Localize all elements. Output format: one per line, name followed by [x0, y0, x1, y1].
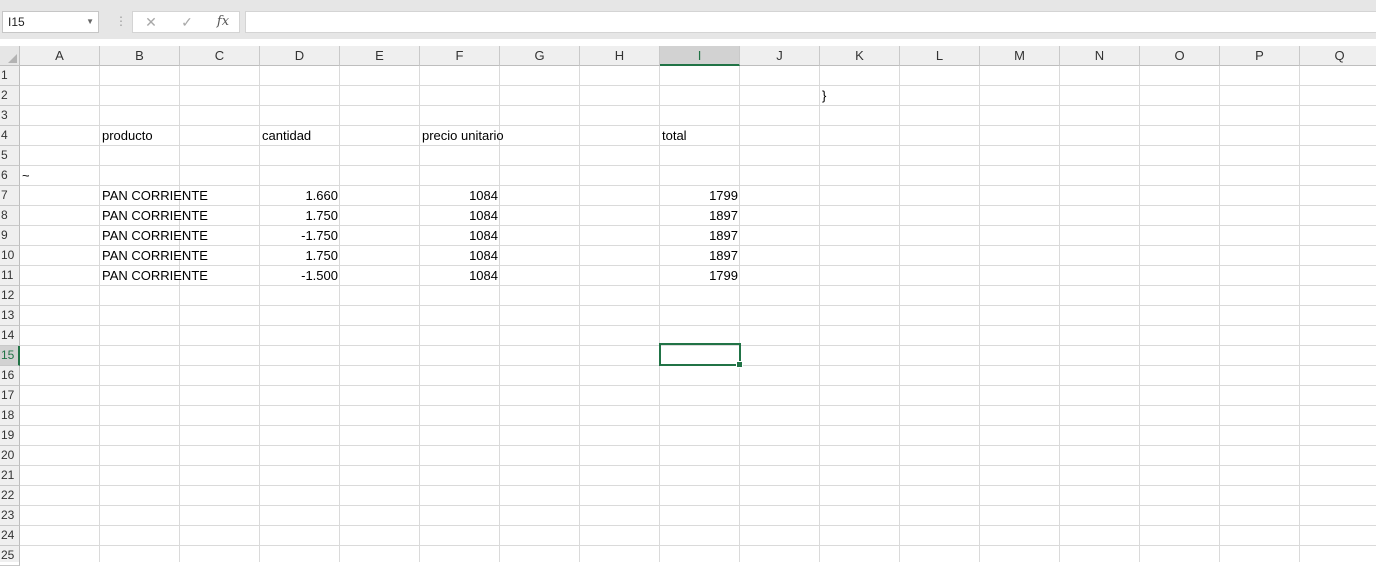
row-header-14[interactable]: 14 [0, 326, 20, 346]
active-cell-selection[interactable] [659, 343, 743, 368]
cell-i11[interactable]: 1799 [660, 266, 740, 285]
cell-b4[interactable]: producto [100, 126, 155, 145]
cell-f4[interactable]: precio unitario [420, 126, 506, 145]
row-header-6[interactable]: 6 [0, 166, 20, 186]
column-header-j[interactable]: J [740, 46, 820, 66]
row-header-18[interactable]: 18 [0, 406, 20, 426]
column-header-i[interactable]: I [660, 46, 740, 66]
cancel-icon[interactable]: ✕ [139, 13, 163, 31]
formula-bar: I15 ▼ ⋮ ✕ ✓ fx [0, 10, 1376, 39]
column-headers: ABCDEFGHIJKLMNOPQ [20, 46, 1376, 66]
row-header-12[interactable]: 12 [0, 286, 20, 306]
column-header-c[interactable]: C [180, 46, 260, 66]
cell-i10[interactable]: 1897 [660, 246, 740, 265]
cell-i7[interactable]: 1799 [660, 186, 740, 205]
cell-i8[interactable]: 1897 [660, 206, 740, 225]
row-header-19[interactable]: 19 [0, 426, 20, 446]
column-header-e[interactable]: E [340, 46, 420, 66]
column-header-m[interactable]: M [980, 46, 1060, 66]
cell-f11[interactable]: 1084 [420, 266, 500, 285]
column-header-p[interactable]: P [1220, 46, 1300, 66]
formula-buttons: ✕ ✓ fx [132, 11, 240, 33]
cell-d8[interactable]: 1.750 [260, 206, 340, 225]
cell-a6[interactable]: ~ [20, 166, 32, 185]
name-box-value: I15 [8, 15, 25, 29]
column-header-a[interactable]: A [20, 46, 100, 66]
row-header-4[interactable]: 4 [0, 126, 20, 146]
enter-check-icon[interactable]: ✓ [175, 13, 199, 31]
cell-i4[interactable]: total [660, 126, 689, 145]
cell-i9[interactable]: 1897 [660, 226, 740, 245]
cell-f7[interactable]: 1084 [420, 186, 500, 205]
name-box[interactable]: I15 ▼ [2, 11, 99, 33]
cell-d11[interactable]: -1.500 [260, 266, 340, 285]
cell-f9[interactable]: 1084 [420, 226, 500, 245]
cell-f8[interactable]: 1084 [420, 206, 500, 225]
row-header-17[interactable]: 17 [0, 386, 20, 406]
formula-input[interactable] [245, 11, 1376, 33]
cell-d10[interactable]: 1.750 [260, 246, 340, 265]
column-header-n[interactable]: N [1060, 46, 1140, 66]
worksheet-grid[interactable]: } producto cantidad precio unitario total ~ PA… [20, 66, 1376, 562]
cell-k2[interactable]: } [820, 86, 828, 105]
row-header-13[interactable]: 13 [0, 306, 20, 326]
cell-b9[interactable]: PAN CORRIENTE [100, 226, 210, 245]
chevron-down-icon[interactable]: ▼ [86, 12, 94, 32]
select-all-button[interactable] [0, 46, 20, 66]
column-header-f[interactable]: F [420, 46, 500, 66]
row-header-20[interactable]: 20 [0, 446, 20, 466]
fill-handle[interactable] [736, 361, 743, 368]
row-header-8[interactable]: 8 [0, 206, 20, 226]
cell-d9[interactable]: -1.750 [260, 226, 340, 245]
cell-b11[interactable]: PAN CORRIENTE [100, 266, 210, 285]
column-header-b[interactable]: B [100, 46, 180, 66]
row-header-9[interactable]: 9 [0, 226, 20, 246]
row-header-7[interactable]: 7 [0, 186, 20, 206]
row-header-3[interactable]: 3 [0, 106, 20, 126]
row-header-15[interactable]: 15 [0, 346, 20, 366]
cell-b8[interactable]: PAN CORRIENTE [100, 206, 210, 225]
cell-b10[interactable]: PAN CORRIENTE [100, 246, 210, 265]
row-header-21[interactable]: 21 [0, 466, 20, 486]
column-header-h[interactable]: H [580, 46, 660, 66]
cell-d7[interactable]: 1.660 [260, 186, 340, 205]
row-header-10[interactable]: 10 [0, 246, 20, 266]
ribbon-edge [0, 0, 1376, 10]
insert-function-icon[interactable]: fx [211, 13, 235, 31]
row-header-23[interactable]: 23 [0, 506, 20, 526]
column-header-q[interactable]: Q [1300, 46, 1376, 66]
column-header-d[interactable]: D [260, 46, 340, 66]
cell-d4[interactable]: cantidad [260, 126, 313, 145]
grip-icon[interactable]: ⋮ [115, 14, 127, 28]
row-header-11[interactable]: 11 [0, 266, 20, 286]
row-header-24[interactable]: 24 [0, 526, 20, 546]
row-header-16[interactable]: 16 [0, 366, 20, 386]
column-header-k[interactable]: K [820, 46, 900, 66]
cell-b7[interactable]: PAN CORRIENTE [100, 186, 210, 205]
row-header-2[interactable]: 2 [0, 86, 20, 106]
column-header-o[interactable]: O [1140, 46, 1220, 66]
row-header-25[interactable]: 25 [0, 546, 20, 566]
row-header-1[interactable]: 1 [0, 66, 20, 86]
column-header-g[interactable]: G [500, 46, 580, 66]
row-header-22[interactable]: 22 [0, 486, 20, 506]
cell-f10[interactable]: 1084 [420, 246, 500, 265]
row-header-5[interactable]: 5 [0, 146, 20, 166]
column-header-l[interactable]: L [900, 46, 980, 66]
row-headers: 1 2 3 4 5 6 7 8 9 10 11 12 13 14 15 16 17 18 19 20 21 22 23 24 2… [0, 66, 20, 566]
